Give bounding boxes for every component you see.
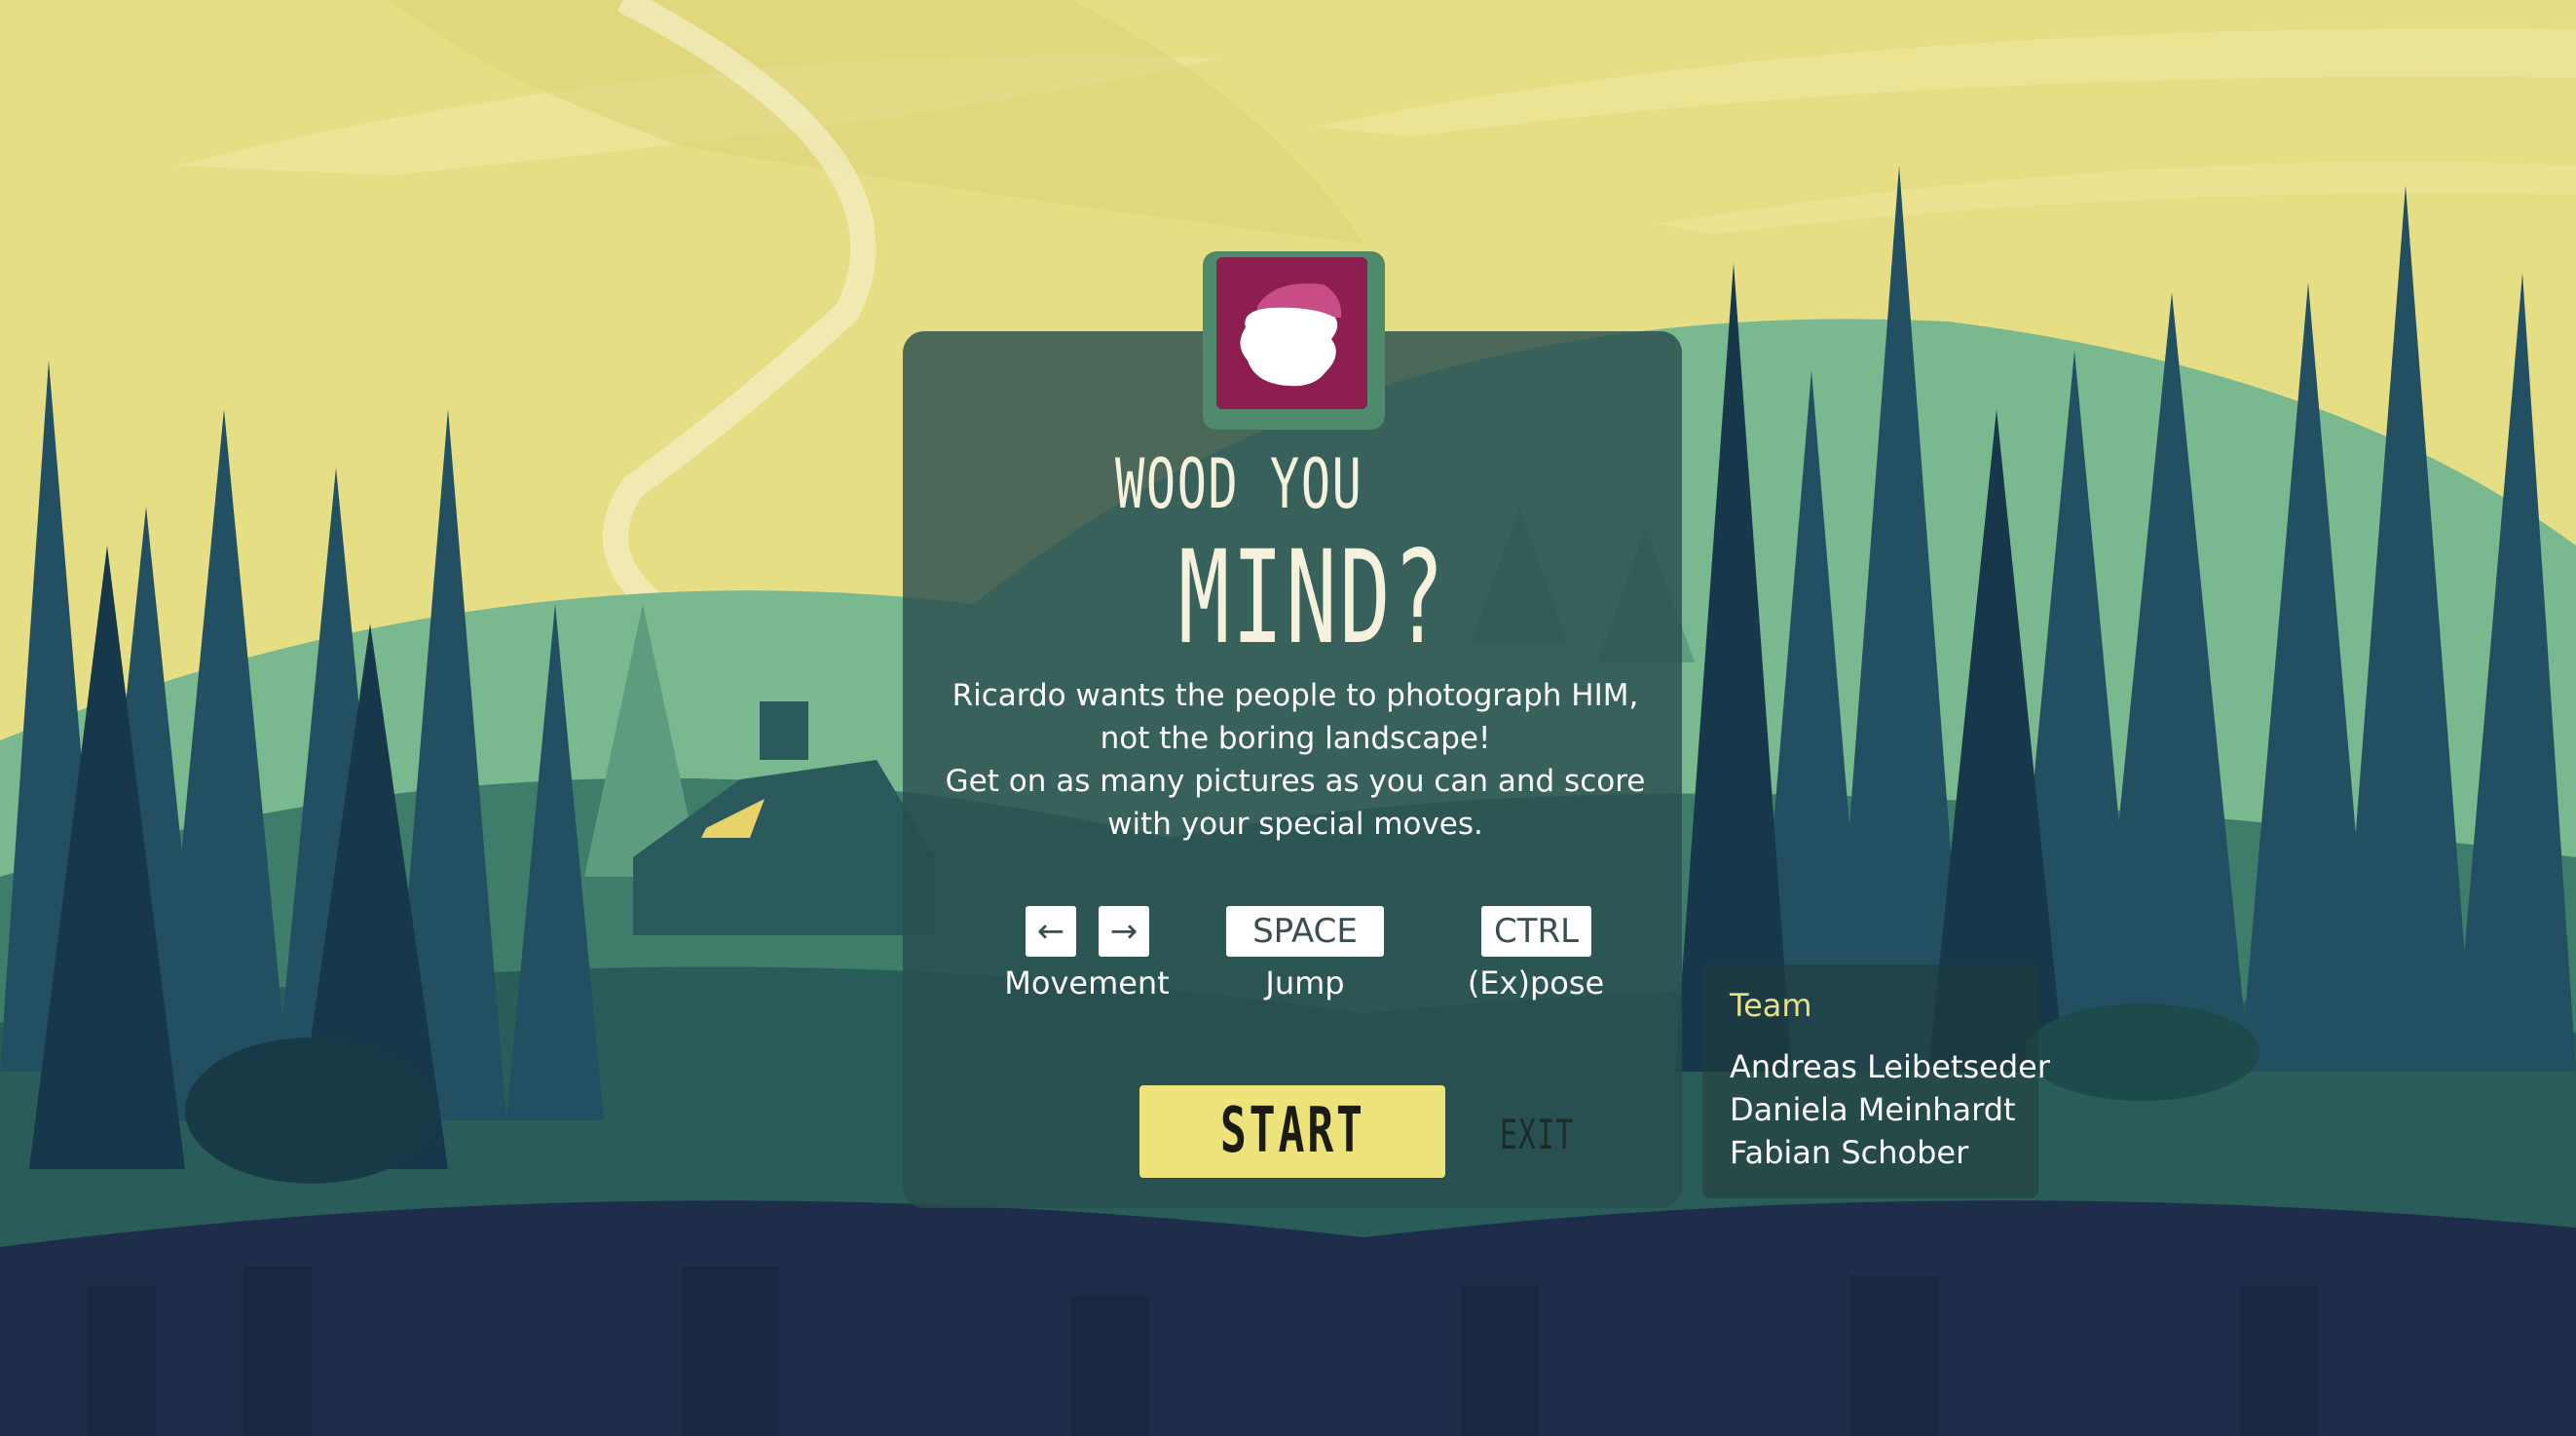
description-line: Get on as many pictures as you can and s… xyxy=(945,764,1646,799)
team-heading: Team xyxy=(1730,987,1812,1024)
expose-label: (Ex)pose xyxy=(1467,964,1605,1001)
jump-label: Jump xyxy=(1265,964,1345,1001)
team-member: Fabian Schober xyxy=(1730,1134,1969,1171)
game-title-line2: MIND? xyxy=(1178,523,1447,673)
team-member: Andreas Leibetseder xyxy=(1730,1048,2050,1085)
left-arrow-key: ← xyxy=(1026,906,1076,957)
start-button[interactable]: START xyxy=(1139,1085,1445,1178)
movement-label: Movement xyxy=(1004,964,1170,1001)
game-description: Ricardo wants the people to photograph H… xyxy=(935,674,1656,846)
game-title-line1: WOOD YOU xyxy=(1115,444,1363,524)
team-members: Andreas Leibetseder Daniela Meinhardt Fa… xyxy=(1730,1045,2050,1174)
right-arrow-key: → xyxy=(1099,906,1149,957)
start-button-label: START xyxy=(1219,1095,1365,1167)
ricardo-face-icon xyxy=(1216,257,1367,409)
team-member: Daniela Meinhardt xyxy=(1730,1091,2016,1128)
space-key: SPACE xyxy=(1226,906,1384,957)
description-line: Ricardo wants the people to photograph H… xyxy=(952,678,1639,713)
description-line: not the boring landscape! xyxy=(1100,721,1491,756)
description-line: with your special moves. xyxy=(1107,807,1483,842)
ctrl-key: CTRL xyxy=(1481,906,1591,957)
exit-button[interactable]: EXIT xyxy=(1500,1111,1574,1158)
